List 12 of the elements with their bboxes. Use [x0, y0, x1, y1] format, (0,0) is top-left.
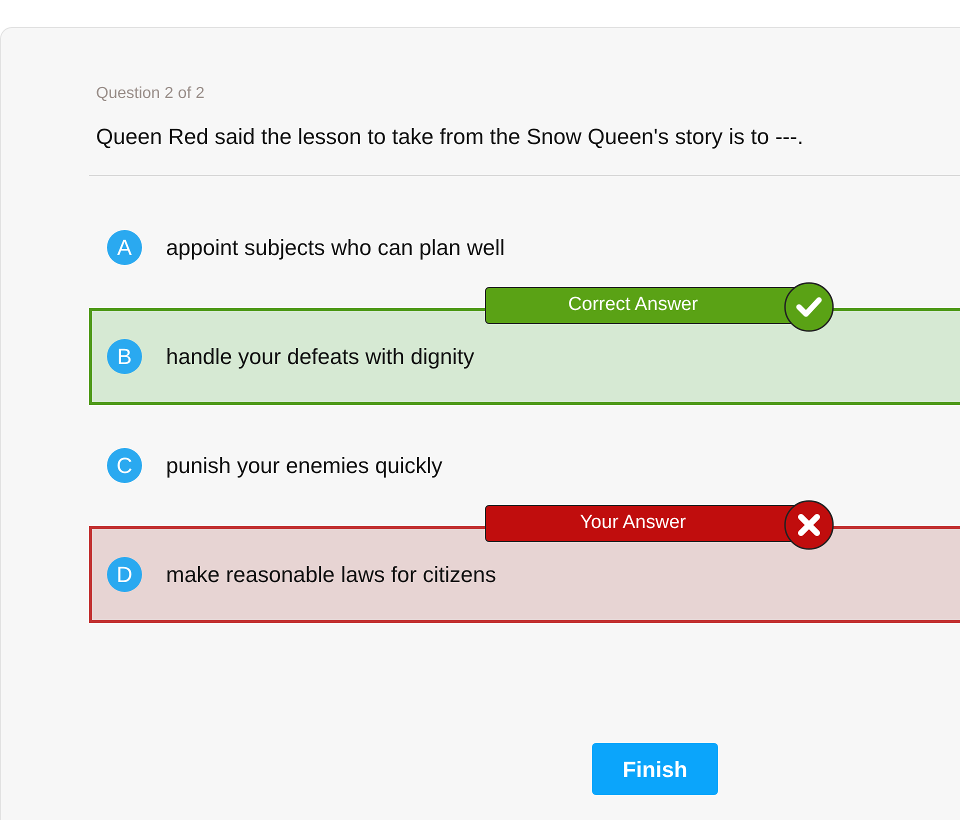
- question-counter: Question 2 of 2: [96, 84, 206, 104]
- check-icon: [784, 282, 834, 332]
- option-letter: B: [107, 339, 142, 374]
- close-icon: [784, 500, 834, 550]
- option-text: punish your enemies quickly: [166, 452, 442, 480]
- question-text: Queen Red said the lesson to take from the Snow Queen's story is to ---.: [96, 123, 804, 151]
- option-text: make reasonable laws for citizens: [166, 561, 496, 589]
- option-text: appoint subjects who can plan well: [166, 234, 505, 262]
- option-letter: D: [107, 557, 142, 592]
- option-text: handle your defeats with dignity: [166, 343, 474, 371]
- option-letter: C: [107, 448, 142, 483]
- option-letter: A: [107, 230, 142, 265]
